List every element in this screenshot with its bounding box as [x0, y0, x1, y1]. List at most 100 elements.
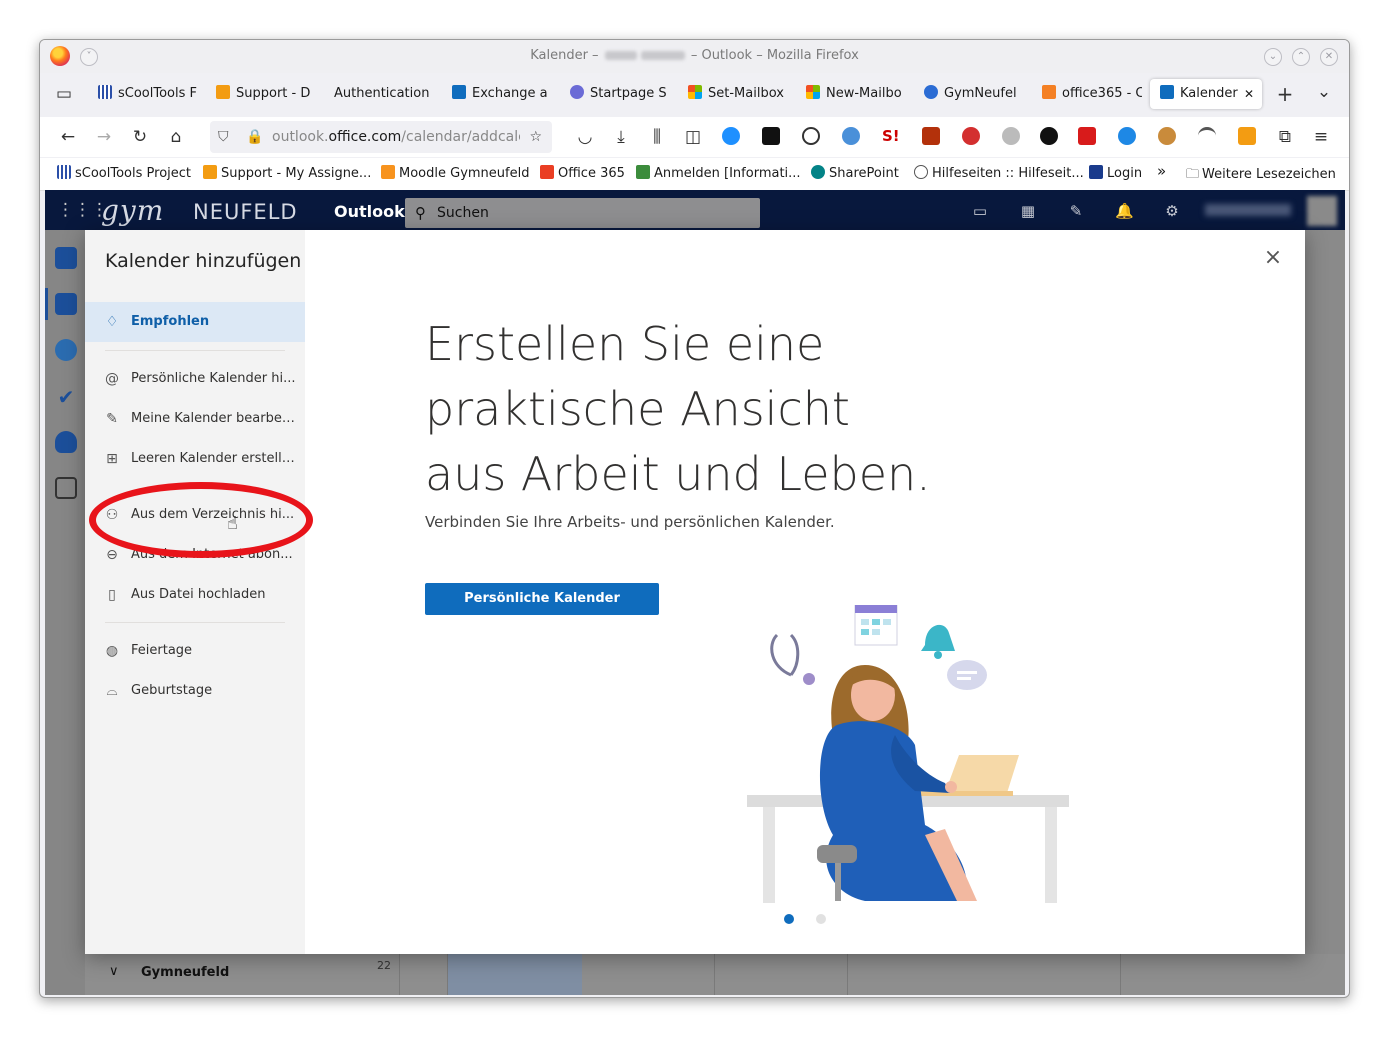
microsoft-favicon-icon [688, 85, 702, 99]
forward-icon[interactable]: → [93, 126, 115, 148]
back-icon[interactable]: ← [57, 126, 79, 148]
sidebar-item-empfohlen[interactable]: ♢ Empfohlen [85, 302, 305, 342]
tab-gymneufeld[interactable]: GymNeufel [924, 79, 1024, 109]
more-apps-icon[interactable] [55, 477, 77, 499]
rail-selection-indicator [45, 288, 48, 320]
add-personal-calendars-button[interactable]: Persönliche Kalender hinzufügen [425, 583, 659, 638]
sidebar-item-label: Geburtstage [131, 683, 213, 698]
tab-set-mailbox[interactable]: Set-Mailbox [688, 79, 788, 109]
at-icon: @ [105, 371, 119, 387]
close-dialog-button[interactable]: × [1263, 247, 1283, 269]
bookmark-moodle[interactable]: Moodle Gymneufeld [381, 165, 529, 181]
tab-office365[interactable]: office365 - C [1042, 79, 1142, 109]
badge-extension-icon[interactable] [1238, 127, 1256, 145]
app-name[interactable]: Outlook [334, 202, 405, 221]
folder-icon: 🗀 [1186, 167, 1200, 182]
arc-extension-icon[interactable] [1198, 127, 1216, 145]
downloads-icon[interactable]: ⤓ [610, 126, 632, 148]
people-icon[interactable] [55, 339, 77, 361]
sidebar-item-blank-calendar[interactable]: ⊞ Leeren Kalender erstellen [85, 439, 305, 479]
lightbulb-icon: ♢ [105, 314, 119, 330]
todo-check-icon[interactable]: ✔ [55, 385, 77, 409]
tab-overview-icon[interactable]: ▭ [53, 83, 75, 105]
app-rail: ✔ [45, 230, 85, 995]
bookmarks-overflow-button[interactable]: » [1157, 162, 1166, 180]
settings-gear-icon[interactable]: ⚙ [1163, 202, 1181, 220]
add-calendar-dialog: Kalender hinzufügen ♢ Empfohlen @ Persön… [85, 230, 1305, 954]
minimize-button[interactable]: ⌄ [1264, 48, 1282, 66]
bookmark-login[interactable]: Login [1089, 165, 1142, 181]
globe-extension-icon[interactable] [842, 127, 860, 145]
t-extension-icon[interactable] [1040, 127, 1058, 145]
sync-extension-icon[interactable] [722, 127, 740, 145]
edit-calendar-icon: ✎ [106, 411, 118, 427]
url-bar[interactable]: ⛉ 🔒 outlook.office.com/calendar/addcalen… [210, 121, 552, 153]
maximize-button[interactable]: ⌃ [1292, 48, 1310, 66]
tab-startpage[interactable]: Startpage S [570, 79, 670, 109]
menu-icon[interactable]: ≡ [1310, 126, 1332, 148]
sidebar-item-edit-calendars[interactable]: ✎ Meine Kalender bearbei... [85, 399, 305, 439]
bookmark-sharepoint[interactable]: SharePoint [811, 165, 899, 181]
bell-icon[interactable]: 🔔 [1115, 202, 1134, 220]
bookmark-star-icon[interactable]: ☆ [529, 121, 542, 153]
url-text[interactable]: outlook.office.com/calendar/addcalen [272, 121, 520, 153]
s-extension-icon[interactable]: S! [882, 127, 900, 145]
sidebar-item-personal-calendars[interactable]: @ Persönliche Kalender hi... [85, 359, 305, 399]
microsoft-favicon-icon [806, 85, 820, 99]
sidebar-item-holidays[interactable]: ◍ Feiertage [85, 631, 305, 671]
sidebar-icon[interactable]: ◫ [682, 126, 704, 148]
sidebar-item-birthdays[interactable]: ⌓ Geburtstage [85, 671, 305, 711]
page-dot[interactable] [816, 914, 826, 924]
onedrive-icon[interactable] [55, 431, 77, 453]
home-icon[interactable]: ⌂ [165, 126, 187, 148]
teams-chat-icon[interactable]: ▭ [971, 202, 989, 220]
cookie-extension-icon[interactable] [1158, 127, 1176, 145]
tab-list-button[interactable]: ⌄ [1313, 81, 1335, 103]
bookmark-hilfeseiten[interactable]: Hilfeseiten :: Hilfeseit... [914, 165, 1084, 181]
library-icon[interactable]: ⫼ [646, 126, 668, 148]
redacted-name [604, 51, 637, 60]
sidebar-item-label: Empfohlen [131, 314, 210, 329]
grey-extension-icon[interactable] [1002, 127, 1020, 145]
office-icon[interactable]: ▦ [1019, 202, 1037, 220]
tab-scooltools[interactable]: sCoolTools F [98, 79, 198, 109]
calendar-icon[interactable] [55, 293, 77, 315]
reload-icon[interactable]: ↻ [129, 126, 151, 148]
bookmark-anmelden[interactable]: Anmelden [Informati... [636, 165, 801, 181]
close-window-button[interactable]: ✕ [1320, 48, 1338, 66]
wand-extension-icon[interactable] [1078, 127, 1096, 145]
bookmark-other-folder[interactable]: 🗀 Weitere Lesezeichen [1186, 165, 1336, 187]
search-extension-icon[interactable] [802, 127, 820, 145]
lock-icon[interactable]: 🔒 [246, 121, 263, 153]
adblock-extension-icon[interactable] [962, 127, 980, 145]
tab-support[interactable]: Support - D [216, 79, 316, 109]
app-launcher-icon[interactable]: ⋮⋮⋮ [57, 200, 108, 220]
to-do-icon[interactable]: ✎ [1067, 202, 1085, 220]
gear-extension-icon[interactable] [922, 127, 940, 145]
hand-cursor-icon: ☝ [227, 513, 238, 534]
extensions-icon[interactable]: ⧉ [1274, 126, 1296, 148]
page-dot-active[interactable] [784, 914, 794, 924]
new-tab-button[interactable]: + [1274, 83, 1296, 105]
notes-extension-icon[interactable] [762, 127, 780, 145]
close-tab-icon[interactable]: ✕ [1244, 79, 1254, 109]
tab-new-mailbox[interactable]: New-Mailbo [806, 79, 906, 109]
search-box[interactable]: ⚲ Suchen [405, 198, 760, 228]
globe-favicon-icon [914, 165, 928, 179]
bookmark-support[interactable]: Support - My Assigne... [203, 165, 371, 181]
search-placeholder[interactable]: Suchen [437, 198, 489, 228]
avatar[interactable] [1307, 196, 1337, 226]
bookmark-scooltools[interactable]: sCoolTools Project [57, 165, 191, 181]
tab-exchange[interactable]: Exchange a [452, 79, 552, 109]
folder-gymneufeld[interactable]: Gymneufeld [141, 965, 229, 980]
edge-extension-icon[interactable] [1118, 127, 1136, 145]
grid-favicon-icon [98, 85, 112, 99]
mail-icon[interactable] [55, 247, 77, 269]
chevron-down-icon[interactable]: ∨ [109, 964, 119, 979]
sidebar-item-upload-file[interactable]: ▯ Aus Datei hochladen [85, 575, 305, 615]
tab-kalender-active[interactable]: Kalender ✕ [1150, 79, 1262, 109]
tab-authentication[interactable]: Authentication [334, 79, 434, 109]
shield-icon[interactable]: ⛉ [218, 121, 229, 153]
bookmark-office365[interactable]: Office 365 [540, 165, 625, 181]
pocket-icon[interactable]: ◡ [574, 126, 596, 148]
